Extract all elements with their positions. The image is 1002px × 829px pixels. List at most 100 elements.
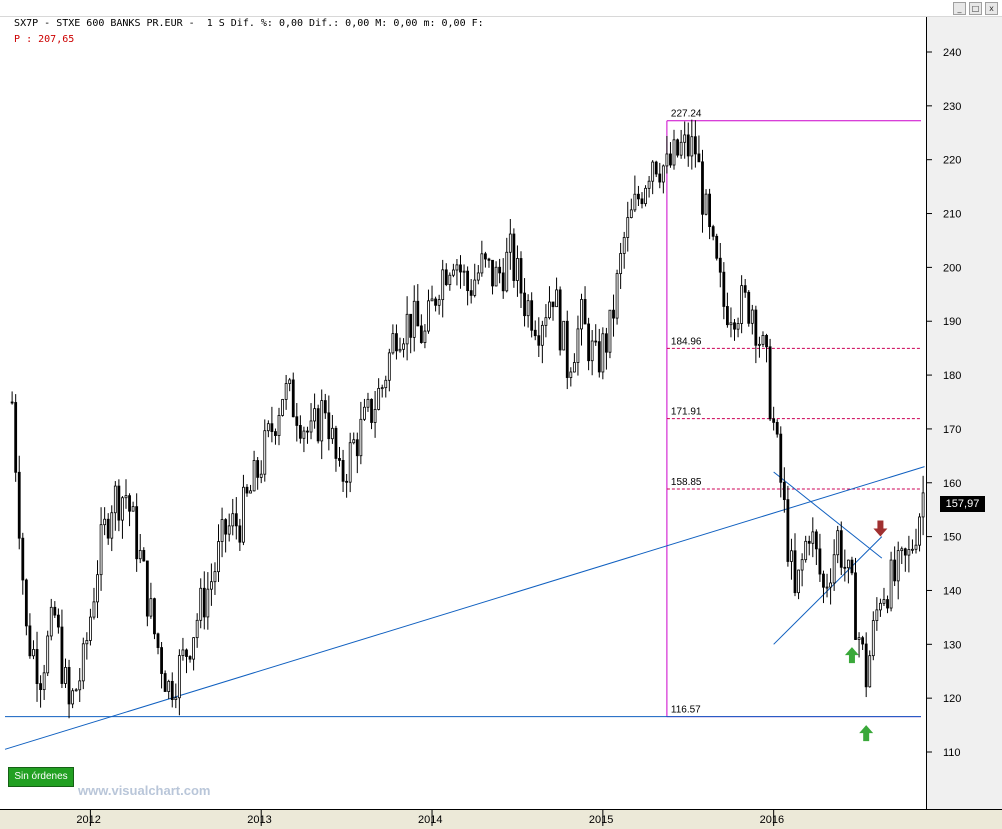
- x-tick-label: 2012: [76, 814, 100, 826]
- candle-body: [530, 300, 534, 331]
- candle-body: [491, 259, 494, 287]
- candle-body: [419, 325, 423, 343]
- candle-body: [846, 559, 850, 569]
- candle-body: [380, 387, 384, 390]
- chart-title-bar: SX7P - STXE 600 BANKS PR.EUR - 1 S Dif. …: [0, 0, 1002, 45]
- y-tick-label: 110: [943, 747, 961, 759]
- candle-body: [857, 637, 861, 640]
- y-tick-label: 200: [943, 262, 961, 274]
- candle-body: [309, 420, 313, 433]
- candle-body: [708, 193, 712, 228]
- candle-body: [494, 266, 498, 287]
- candle-body: [71, 690, 75, 705]
- y-tick-label: 150: [943, 532, 961, 544]
- y-tick-label: 160: [943, 478, 961, 490]
- candle-body: [715, 235, 719, 259]
- candle-body: [551, 301, 555, 308]
- candle-body: [444, 269, 448, 285]
- candle-body: [334, 427, 338, 459]
- candle-body: [811, 531, 815, 544]
- candle-body: [437, 299, 441, 306]
- fib-level-label: 158.85: [671, 477, 702, 488]
- candle-body: [153, 598, 156, 635]
- candle-body: [772, 418, 776, 423]
- candle-body: [790, 550, 793, 562]
- candle-body: [686, 134, 690, 157]
- close-button[interactable]: x: [985, 2, 998, 15]
- maximize-button[interactable]: □: [969, 2, 982, 15]
- candle-body: [92, 601, 96, 618]
- candle-body: [416, 300, 420, 327]
- candle-body: [398, 348, 402, 352]
- candle-body: [209, 581, 213, 590]
- candle-body: [423, 330, 427, 343]
- candle-body: [163, 673, 167, 692]
- candle-body: [281, 399, 284, 416]
- candle-body: [242, 486, 245, 543]
- candle-body: [121, 497, 124, 521]
- fib-level-label: 171.91: [671, 407, 702, 418]
- candle-body: [875, 609, 879, 622]
- y-tick-label: 240: [943, 47, 961, 59]
- candle-body: [238, 525, 242, 543]
- candle-body: [654, 161, 658, 175]
- candle-body: [395, 333, 398, 352]
- candle-body: [185, 649, 188, 657]
- y-tick-label: 190: [943, 316, 961, 328]
- candle-body: [651, 161, 655, 182]
- candle-body: [583, 299, 587, 325]
- candle-body: [782, 481, 786, 501]
- candle-body: [804, 540, 808, 561]
- candle-body: [252, 460, 256, 492]
- fib-level-label: 227.24: [671, 109, 702, 120]
- candle-body: [302, 430, 306, 439]
- candle-body: [822, 573, 825, 588]
- y-tick-label: 130: [943, 639, 961, 651]
- candle-body: [199, 587, 203, 621]
- candle-body: [850, 559, 854, 574]
- candle-body: [562, 320, 566, 351]
- candle-body: [758, 343, 761, 346]
- candle-body: [412, 300, 416, 338]
- candle-body: [736, 323, 740, 330]
- candle-body: [345, 480, 349, 483]
- candle-body: [174, 697, 178, 700]
- candle-body: [266, 423, 270, 432]
- candle-body: [740, 285, 744, 324]
- candle-body: [555, 289, 558, 308]
- y-tick-label: 180: [943, 370, 961, 382]
- candle-body: [455, 264, 459, 271]
- candle-body: [864, 643, 868, 688]
- candle-body: [800, 559, 804, 571]
- candle-body: [836, 530, 840, 556]
- candle-body: [103, 518, 107, 526]
- candle-body: [391, 333, 395, 354]
- buy-arrow-icon: [859, 725, 874, 742]
- candle-body: [508, 233, 512, 253]
- candle-body: [786, 499, 790, 562]
- candle-body: [516, 258, 519, 281]
- candle-body: [797, 569, 800, 594]
- candle-body: [896, 550, 900, 582]
- candle-body: [323, 400, 327, 414]
- candle-body: [886, 599, 889, 609]
- minimize-button[interactable]: _: [953, 2, 966, 15]
- candle-body: [729, 322, 733, 326]
- candle-body: [829, 582, 832, 588]
- candle-body: [377, 387, 381, 410]
- candle-body: [316, 408, 320, 442]
- y-tick-label: 140: [943, 585, 961, 597]
- price-chart[interactable]: 2012 2013 2014 2015 2016 110 120 130 140 150 160 17…: [0, 17, 1002, 826]
- candle-body: [81, 643, 85, 682]
- candle-body: [683, 134, 687, 143]
- candle-body: [24, 579, 28, 627]
- candle-body: [320, 400, 324, 442]
- candle-body: [597, 341, 601, 373]
- orders-button[interactable]: Sin órdenes: [8, 767, 74, 787]
- candle-body: [56, 614, 60, 628]
- candle-body: [469, 290, 473, 296]
- candle-body: [195, 619, 199, 639]
- candle-body: [722, 271, 726, 307]
- watermark: www.visualchart.com: [78, 783, 211, 798]
- candle-body: [608, 309, 612, 353]
